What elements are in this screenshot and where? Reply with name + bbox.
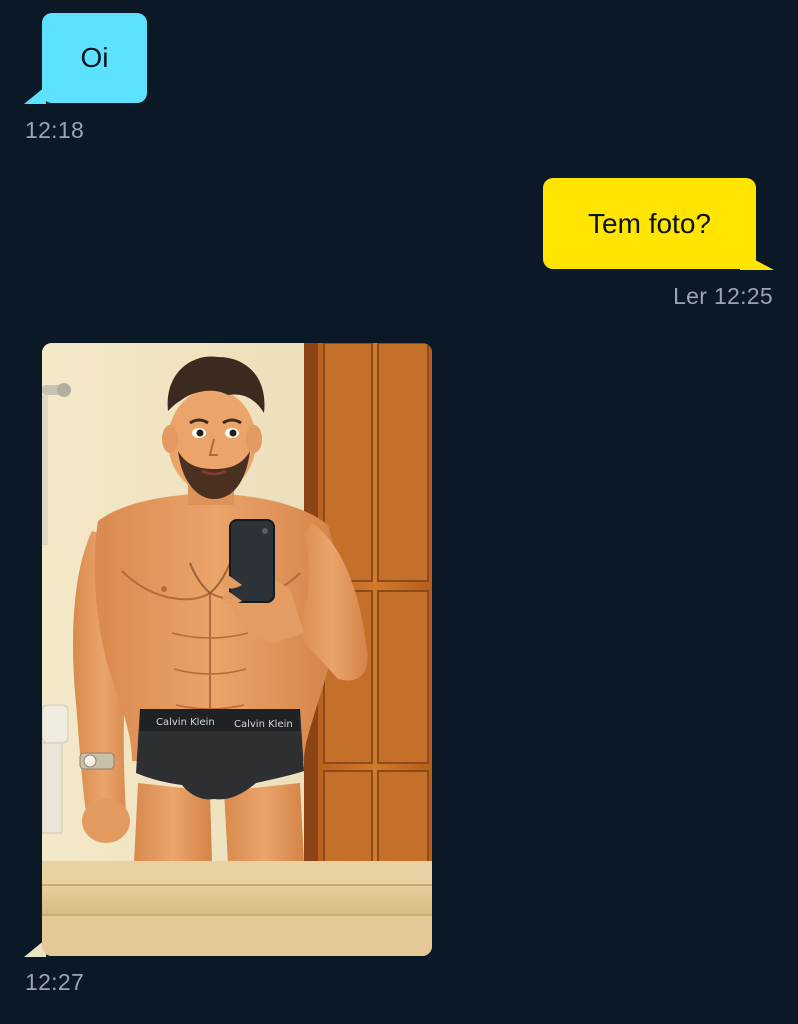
message-timestamp: 12:18 — [25, 117, 85, 143]
message-status-time: Ler 12:25 — [673, 283, 773, 310]
left-hand — [82, 799, 130, 843]
incoming-photo-message[interactable]: Calvin Klein Calvin Klein — [42, 343, 432, 956]
waistband-brand-text-right: Calvin Klein — [234, 719, 293, 730]
outgoing-message-bubble[interactable]: Tem foto? — [543, 178, 756, 269]
incoming-message-bubble[interactable]: Oi — [42, 13, 147, 103]
toilet-tank — [42, 704, 69, 744]
message-timestamp: 12:25 — [713, 283, 773, 309]
waistband-brand-text-left: Calvin Klein — [156, 717, 215, 728]
selfie-photo-image[interactable]: Calvin Klein Calvin Klein — [42, 343, 432, 956]
counter-top — [42, 861, 432, 885]
message-text: Oi — [80, 42, 109, 73]
message-text: Tem foto? — [588, 207, 711, 239]
message-timestamp: 12:27 — [25, 969, 85, 995]
read-status: Ler — [673, 283, 708, 309]
